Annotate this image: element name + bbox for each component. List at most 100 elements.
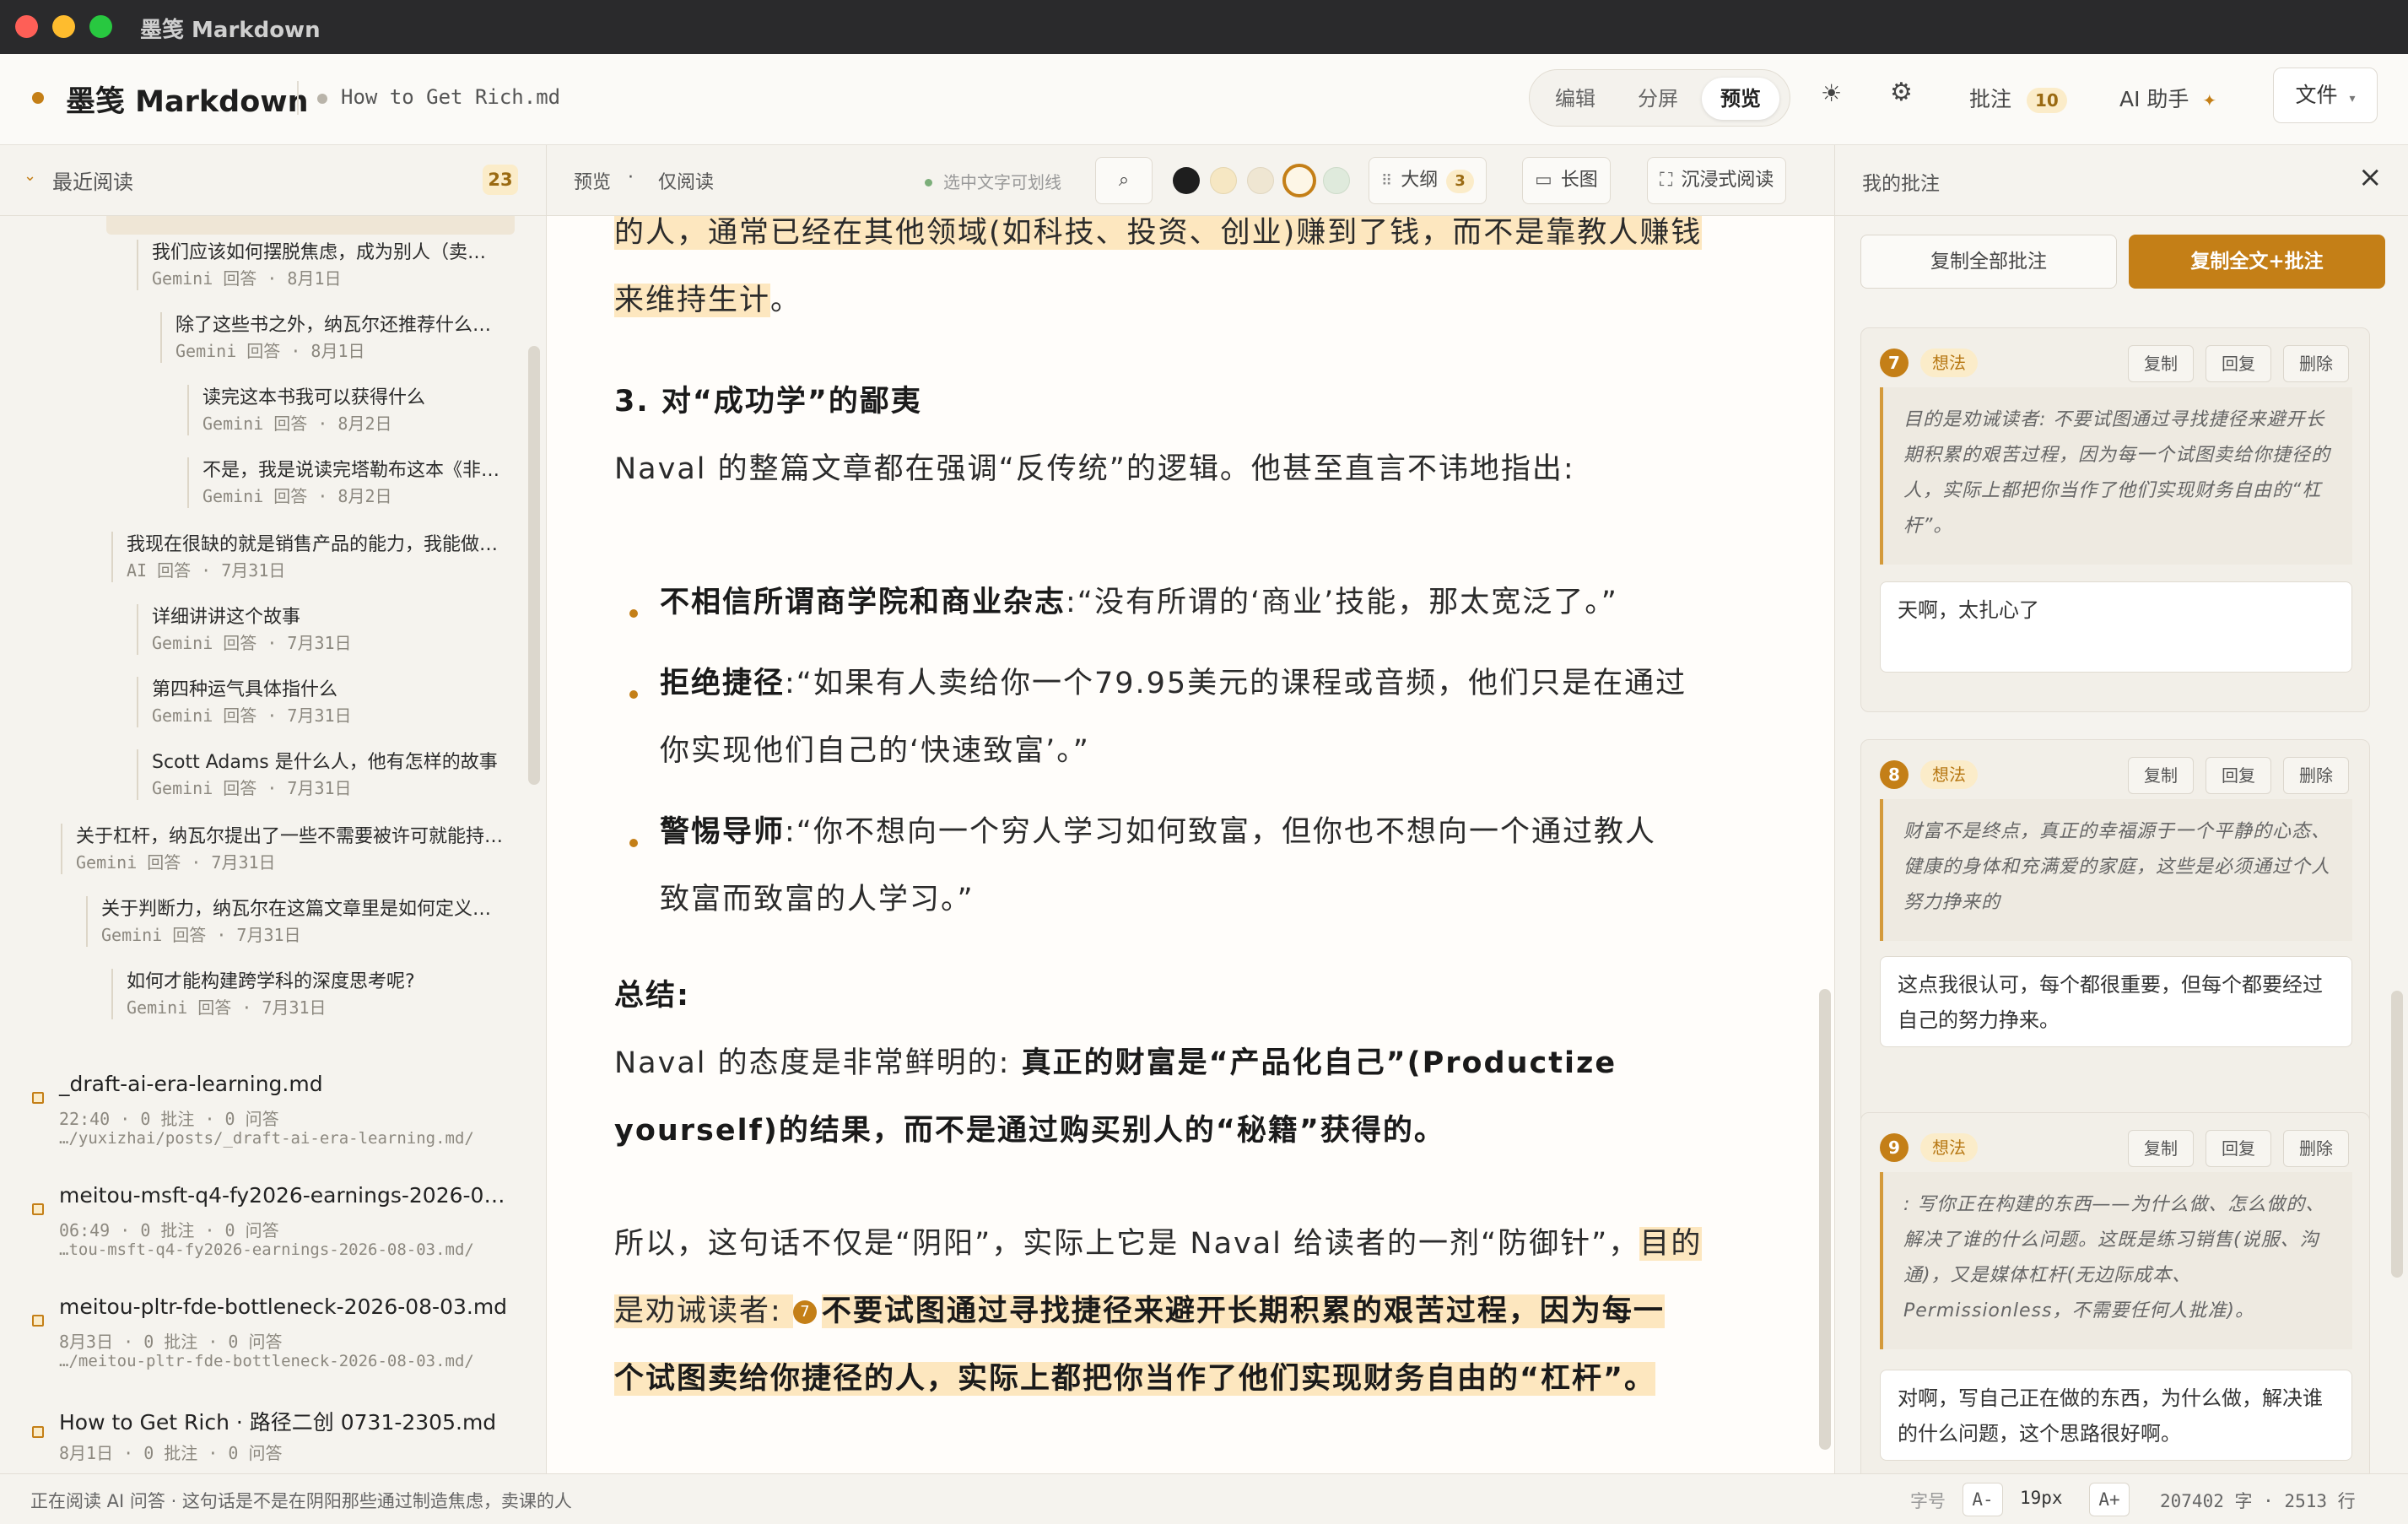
delete-button[interactable]: 删除 xyxy=(2283,757,2349,794)
annotations-scrollbar[interactable] xyxy=(2391,991,2403,1278)
tree-item[interactable]: 关于杠杆，纳瓦尔提出了一些不需要被许可就能持… Gemini 回答 · 7月31… xyxy=(61,824,503,874)
zoom-window-button[interactable] xyxy=(89,15,112,38)
copy-button[interactable]: 复制 xyxy=(2128,1130,2194,1167)
tree-item[interactable]: Scott Adams 是什么人，他有怎样的故事 Gemini 回答 · 7月3… xyxy=(137,749,498,800)
tree-item-title: 我现在很缺的就是销售产品的能力，我能做… xyxy=(127,534,499,555)
ai-assistant-button[interactable]: AI 助手 ✦ xyxy=(2119,83,2216,113)
tree-item[interactable]: 关于判断力，纳瓦尔在这篇文章里是如何定义… Gemini 回答 · 7月31日 xyxy=(86,896,491,947)
mode-preview-button[interactable]: 预览 xyxy=(1702,78,1779,120)
close-window-button[interactable] xyxy=(15,15,38,38)
tree-item[interactable]: 我们应该如何摆脱焦虑，成为别人（卖… Gemini 回答 · 8月1日 xyxy=(137,240,486,290)
mode-edit-button[interactable]: 编辑 xyxy=(1536,78,1614,120)
delete-button[interactable]: 删除 xyxy=(2283,345,2349,382)
bold-text: 不相信所谓商学院和商业杂志 xyxy=(660,586,1066,619)
list-item: 不相信所谓商学院和商业杂志:“没有所谓的‘商业’技能，那太宽泛了。” xyxy=(660,569,1618,636)
outline-button[interactable]: ⠿ 大纲 3 xyxy=(1369,157,1487,204)
tree-item-title: 读完这本书我可以获得什么 xyxy=(202,387,426,408)
highlighted-text[interactable]: 的人，通常已经在其他领域(如科技、投资、创业)赚到了钱，而不是靠教人赚钱 xyxy=(614,216,1703,250)
tree-item-meta: Gemini 回答 · 7月31日 xyxy=(76,852,276,873)
section-heading: 3. 对“成功学”的鄙夷 xyxy=(614,385,922,419)
status-bar: 正在阅读 AI 问答 · 这句话是不是在阴阳那些通过制造焦虑，卖课的人 字号 A… xyxy=(0,1473,2408,1524)
separator-dot: · xyxy=(628,167,634,188)
copy-button[interactable]: 复制 xyxy=(2128,345,2194,382)
color-swatch-green[interactable] xyxy=(1323,167,1350,194)
file-menu-button[interactable]: 文件 ▾ xyxy=(2273,68,2378,123)
tree-item[interactable]: 读完这本书我可以获得什么 Gemini 回答 · 8月2日 xyxy=(187,385,425,435)
chevron-down-icon[interactable]: ⌄ xyxy=(24,167,36,185)
file-meta: 8月3日 · 0 批注 · 0 问答 xyxy=(59,1332,283,1352)
text: :“如果有人卖给你一个79.95美元的课程或音频，他们只是在通过 xyxy=(785,667,1687,700)
copy-full-text-annotations-button[interactable]: 复制全文+批注 xyxy=(2129,235,2385,289)
immersive-read-button[interactable]: ⛶ 沉浸式阅读 xyxy=(1647,157,1787,204)
long-image-button[interactable]: ▭ 长图 xyxy=(1522,157,1611,204)
increase-font-button[interactable]: A+ xyxy=(2089,1483,2130,1516)
highlighted-text[interactable]: 来维持生计 xyxy=(614,284,771,317)
preview-scrollbar[interactable] xyxy=(1819,989,1831,1450)
file-meta: 06:49 · 0 批注 · 0 问答 xyxy=(59,1220,279,1240)
annotation-quote: 目的是劝诫读者: 不要试图通过寻找捷径来避开长期积累的艰苦过程，因为每一个试图卖… xyxy=(1880,387,2352,565)
bullet-icon xyxy=(629,690,638,699)
annotation-reply[interactable]: 天啊，太扎心了 xyxy=(1880,581,2352,673)
recent-reading-sidebar: ⌄ 最近阅读 23 我们应该如何摆脱焦虑，成为别人（卖… Gemini 回答 ·… xyxy=(0,145,547,1473)
file-path: …/meitou-pltr-fde-bottleneck-2026-08-03.… xyxy=(59,1352,474,1370)
file-meta: 22:40 · 0 批注 · 0 问答 xyxy=(59,1109,279,1129)
tree-item[interactable]: 除了这些书之外，纳瓦尔还推荐什么… Gemini 回答 · 8月1日 xyxy=(160,312,491,363)
color-swatch-selected[interactable] xyxy=(1282,164,1316,197)
active-tree-item[interactable] xyxy=(106,216,515,235)
decrease-font-button[interactable]: A- xyxy=(1963,1483,2003,1516)
bold-text: 真正的财富是“产品化自己”(Productize xyxy=(1021,1046,1617,1080)
annotation-number: 8 xyxy=(1880,760,1909,789)
tree-item[interactable]: 不是，我是说读完塔勒布这本《非… Gemini 回答 · 8月2日 xyxy=(187,457,499,508)
annotation-card: 8 想法 复制 回复 删除 财富不是终点，真正的幸福源于一个平静的心态、健康的身… xyxy=(1860,739,2370,1151)
reply-button[interactable]: 回复 xyxy=(2206,345,2271,382)
tree-item-meta: Gemini 回答 · 8月2日 xyxy=(202,413,392,434)
color-swatch-black[interactable] xyxy=(1173,167,1200,194)
highlighted-bold-text[interactable]: 个试图卖给你捷径的人，实际上都把你当作了他们实现财务自由的“杠杆”。 xyxy=(614,1362,1656,1396)
annotation-reply[interactable]: 对啊，写自己正在做的东西，为什么做，解决谁的什么问题，这个思路很好啊。 xyxy=(1880,1370,2352,1461)
annotations-button[interactable]: 批注 10 xyxy=(1969,83,2067,113)
paragraph-line: 是劝诫读者: 7 不要试图通过寻找捷径来避开长期积累的艰苦过程，因为每一 xyxy=(614,1278,1665,1345)
document-stats: 207402 字 · 2513 行 xyxy=(2160,1491,2356,1511)
highlighted-text[interactable]: 是劝诫读者: xyxy=(614,1294,793,1328)
image-export-icon: ▭ xyxy=(1535,170,1552,191)
text: :“没有所谓的‘商业’技能，那太宽泛了。” xyxy=(1066,586,1618,619)
reply-button[interactable]: 回复 xyxy=(2206,1130,2271,1167)
summary-heading: 总结: xyxy=(614,979,690,1013)
copy-all-annotations-button[interactable]: 复制全部批注 xyxy=(1860,235,2117,289)
gear-icon[interactable]: ⚙ xyxy=(1890,78,1913,107)
highlighted-text[interactable]: 目的 xyxy=(1639,1227,1703,1261)
sidebar-header: ⌄ 最近阅读 23 xyxy=(0,145,546,216)
color-swatch-beige[interactable] xyxy=(1247,167,1274,194)
annotation-reply[interactable]: 这点我很认可，每个都很重要，但每个都要经过自己的努力挣来。 xyxy=(1880,956,2352,1047)
search-button[interactable]: ⌕ xyxy=(1095,157,1153,204)
file-path: …/yuxizhai/posts/_draft-ai-era-learning.… xyxy=(59,1129,474,1148)
tree-item[interactable]: 第四种运气具体指什么 Gemini 回答 · 7月31日 xyxy=(137,677,352,727)
tree-item-meta: Gemini 回答 · 8月2日 xyxy=(202,486,392,506)
tree-item-meta: Gemini 回答 · 8月1日 xyxy=(152,268,342,289)
reply-button[interactable]: 回复 xyxy=(2206,757,2271,794)
delete-button[interactable]: 删除 xyxy=(2283,1130,2349,1167)
minimize-window-button[interactable] xyxy=(52,15,75,38)
tree-item[interactable]: 详细讲讲这个故事 Gemini 回答 · 7月31日 xyxy=(137,604,352,655)
mode-split-button[interactable]: 分屏 xyxy=(1619,78,1697,120)
tree-item[interactable]: 如何才能构建跨学科的深度思考呢? Gemini 回答 · 7月31日 xyxy=(111,969,415,1019)
annotation-tag: 想法 xyxy=(1920,349,1978,377)
text: 。 xyxy=(770,284,802,317)
bold-text: 拒绝捷径 xyxy=(660,667,786,700)
color-swatch-yellow[interactable] xyxy=(1210,167,1237,194)
outline-count-badge: 3 xyxy=(1446,170,1474,193)
annotation-number: 7 xyxy=(1880,349,1909,377)
reading-status: 正在阅读 AI 问答 · 这句话是不是在阴阳那些通过制造焦虑，卖课的人 xyxy=(30,1491,572,1511)
outline-label: 大纲 xyxy=(1401,170,1439,191)
annotation-marker[interactable]: 7 xyxy=(792,1300,817,1324)
file-icon xyxy=(32,1203,44,1215)
sun-icon[interactable]: ☀ xyxy=(1821,79,1842,107)
annotation-quote: : 写你正在构建的东西——为什么做、怎么做的、解决了谁的什么问题。这既是练习销售… xyxy=(1880,1172,2352,1349)
tree-item-title: 详细讲讲这个故事 xyxy=(152,607,301,628)
sidebar-scrollbar[interactable] xyxy=(528,346,540,785)
copy-button[interactable]: 复制 xyxy=(2128,757,2194,794)
highlighted-bold-text[interactable]: 不要试图通过寻找捷径来避开长期积累的艰苦过程，因为每一 xyxy=(821,1294,1665,1328)
tree-item[interactable]: 我现在很缺的就是销售产品的能力，我能做… AI 回答 · 7月31日 xyxy=(111,532,498,582)
close-icon[interactable]: × xyxy=(2358,160,2383,194)
annotations-panel-header: 我的批注 × xyxy=(1835,145,2408,216)
